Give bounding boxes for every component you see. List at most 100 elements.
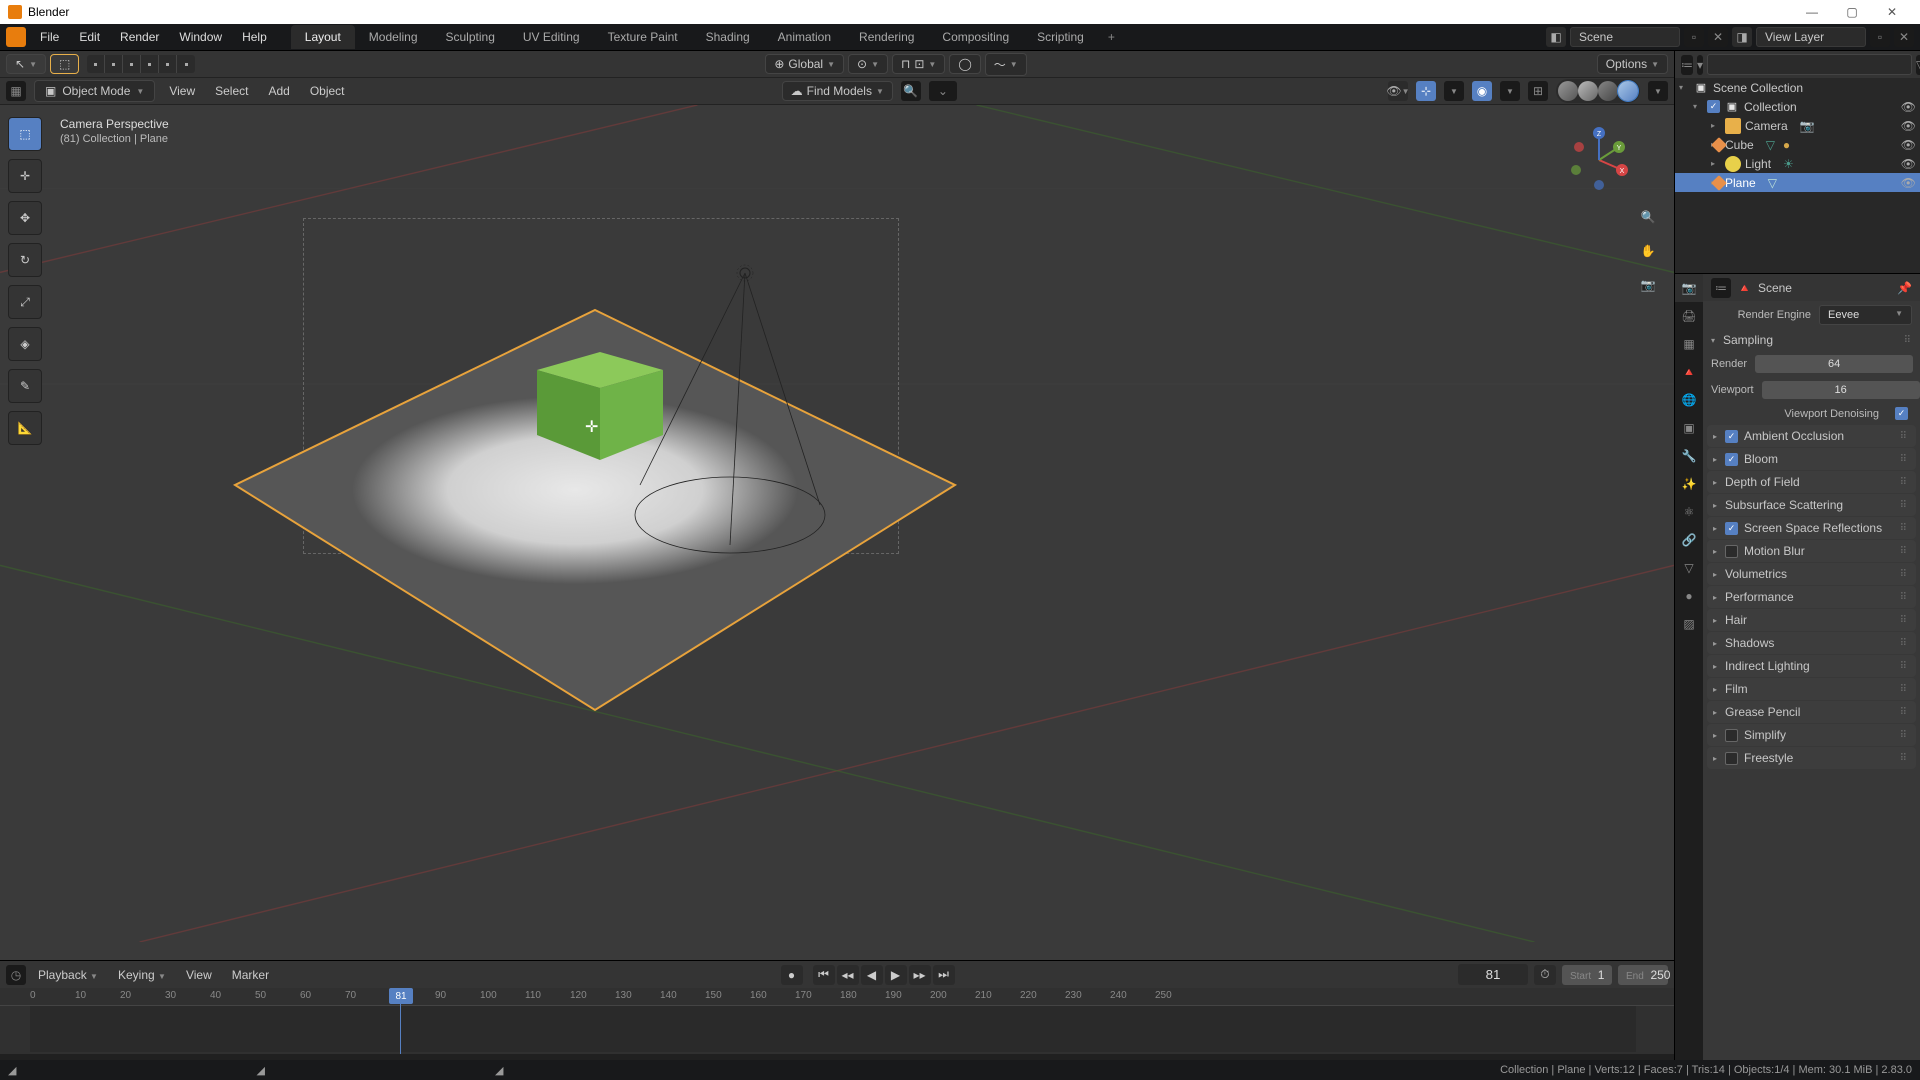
panel-subsurface-scattering[interactable]: ▸Subsurface Scattering⠿: [1707, 494, 1916, 516]
panel-checkbox[interactable]: [1725, 430, 1738, 443]
tab-layout[interactable]: Layout: [291, 25, 355, 49]
outliner-item-camera[interactable]: ▸Camera 📷 👁: [1675, 116, 1920, 135]
pin-icon[interactable]: 📌: [1897, 281, 1912, 295]
panel-bloom[interactable]: ▸Bloom⠿: [1707, 448, 1916, 470]
viewport-3d[interactable]: Camera Perspective (81) Collection | Pla…: [0, 105, 1674, 960]
outliner-item-cube[interactable]: ▸Cube ▽ ● 👁: [1675, 135, 1920, 154]
shading-dropdown[interactable]: ▼: [1648, 81, 1668, 101]
panel-simplify[interactable]: ▸Simplify⠿: [1707, 724, 1916, 746]
tab-sculpting[interactable]: Sculpting: [432, 25, 509, 49]
wireframe-shading[interactable]: [1558, 81, 1578, 101]
timeline-view-menu[interactable]: View: [178, 966, 220, 984]
view-menu[interactable]: View: [163, 82, 201, 100]
maximize-button[interactable]: ▢: [1832, 0, 1872, 24]
tab-scripting[interactable]: Scripting: [1023, 25, 1098, 49]
proportional-dropdown[interactable]: ◯: [949, 54, 980, 74]
orientation-dropdown[interactable]: ⊕Global▼: [765, 54, 844, 74]
tab-texture-paint[interactable]: Texture Paint: [594, 25, 692, 49]
end-frame-field[interactable]: End 250: [1618, 965, 1668, 985]
status-handle-icon[interactable]: ◢: [256, 1064, 264, 1077]
search-icon[interactable]: 🔍: [901, 81, 921, 101]
minimize-button[interactable]: —: [1792, 0, 1832, 24]
render-samples-field[interactable]: [1755, 355, 1913, 373]
panel-performance[interactable]: ▸Performance⠿: [1707, 586, 1916, 608]
viewlayer-new-button[interactable]: ▫: [1870, 27, 1890, 47]
status-handle-icon[interactable]: ◢: [495, 1064, 503, 1077]
material-tab[interactable]: ●: [1675, 582, 1703, 610]
tab-rendering[interactable]: Rendering: [845, 25, 928, 49]
eye-icon[interactable]: 👁: [1901, 157, 1916, 171]
outliner-item-light[interactable]: ▸Light ☀ 👁: [1675, 154, 1920, 173]
panel-film[interactable]: ▸Film⠿: [1707, 678, 1916, 700]
outliner-search[interactable]: [1707, 54, 1912, 75]
pan-icon[interactable]: ✋: [1636, 239, 1660, 263]
panel-checkbox[interactable]: [1725, 752, 1738, 765]
scene-new-button[interactable]: ▫: [1684, 27, 1704, 47]
play-button[interactable]: ▶: [885, 965, 907, 985]
select-menu[interactable]: Select: [209, 82, 254, 100]
auto-key-mode[interactable]: ⏱: [1534, 965, 1556, 985]
keyframe-next-button[interactable]: ▸▸: [909, 965, 931, 985]
data-tab[interactable]: ▽: [1675, 554, 1703, 582]
texture-tab[interactable]: ▨: [1675, 610, 1703, 638]
view-layer-field[interactable]: View Layer: [1756, 27, 1866, 47]
auto-key-toggle[interactable]: ●: [781, 965, 803, 985]
physics-tab[interactable]: ⚛: [1675, 498, 1703, 526]
keying-menu[interactable]: Keying ▼: [110, 966, 174, 984]
playback-menu[interactable]: Playback ▼: [30, 966, 106, 984]
constraints-tab[interactable]: 🔗: [1675, 526, 1703, 554]
panel-grease-pencil[interactable]: ▸Grease Pencil⠿: [1707, 701, 1916, 723]
add-workspace-button[interactable]: +: [1098, 25, 1125, 49]
outliner-scene-collection[interactable]: ▾▣Scene Collection: [1675, 78, 1920, 97]
marker-menu[interactable]: Marker: [224, 966, 277, 984]
move-tool[interactable]: ✥: [8, 201, 42, 235]
shading-mode-group[interactable]: [1556, 79, 1640, 103]
add-menu[interactable]: Add: [262, 82, 295, 100]
panel-checkbox[interactable]: [1725, 545, 1738, 558]
collapse-button[interactable]: ⌄: [929, 81, 957, 101]
zoom-icon[interactable]: 🔍: [1636, 205, 1660, 229]
outliner-collection[interactable]: ▾▣Collection 👁: [1675, 97, 1920, 116]
material-shading[interactable]: [1598, 81, 1618, 101]
tab-shading[interactable]: Shading: [692, 25, 764, 49]
visibility-dropdown[interactable]: 👁▼: [1388, 81, 1408, 101]
overlay-toggle[interactable]: ◉: [1472, 81, 1492, 101]
outliner-editor-dropdown[interactable]: ≔: [1681, 55, 1693, 75]
tab-compositing[interactable]: Compositing: [928, 25, 1023, 49]
panel-ambient-occlusion[interactable]: ▸Ambient Occlusion⠿: [1707, 425, 1916, 447]
scene-name-field[interactable]: Scene: [1570, 27, 1680, 47]
panel-shadows[interactable]: ▸Shadows⠿: [1707, 632, 1916, 654]
eye-icon[interactable]: 👁: [1901, 100, 1916, 114]
scene-browse-icon[interactable]: ◧: [1546, 27, 1566, 47]
panel-screen-space-reflections[interactable]: ▸Screen Space Reflections⠿: [1707, 517, 1916, 539]
navigation-gizmo[interactable]: X Y Z: [1564, 125, 1634, 195]
select-tool[interactable]: ⬚: [8, 117, 42, 151]
viewlayer-browse-icon[interactable]: ◨: [1732, 27, 1752, 47]
menu-render[interactable]: Render: [110, 26, 169, 48]
annotate-tool[interactable]: ✎: [8, 369, 42, 403]
jump-end-button[interactable]: ⏭: [933, 965, 955, 985]
menu-edit[interactable]: Edit: [69, 26, 110, 48]
transform-tool[interactable]: ◈: [8, 327, 42, 361]
editor-type-dropdown[interactable]: ▦: [6, 81, 26, 101]
panel-hair[interactable]: ▸Hair⠿: [1707, 609, 1916, 631]
object-menu[interactable]: Object: [304, 82, 351, 100]
panel-checkbox[interactable]: [1725, 729, 1738, 742]
pivot-dropdown[interactable]: ⊙▼: [848, 54, 888, 74]
world-tab[interactable]: 🌐: [1675, 386, 1703, 414]
panel-motion-blur[interactable]: ▸Motion Blur⠿: [1707, 540, 1916, 562]
panel-checkbox[interactable]: [1725, 522, 1738, 535]
panel-indirect-lighting[interactable]: ▸Indirect Lighting⠿: [1707, 655, 1916, 677]
tab-uv-editing[interactable]: UV Editing: [509, 25, 594, 49]
outliner-item-plane[interactable]: ▸Plane ▽ 👁: [1675, 173, 1920, 192]
cursor-tool[interactable]: ✛: [8, 159, 42, 193]
panel-depth-of-field[interactable]: ▸Depth of Field⠿: [1707, 471, 1916, 493]
snap-element-group[interactable]: [87, 55, 195, 73]
overlay-dropdown[interactable]: ▼: [1500, 81, 1520, 101]
play-reverse-button[interactable]: ◀: [861, 965, 883, 985]
rotate-tool[interactable]: ↻: [8, 243, 42, 277]
solid-shading[interactable]: [1578, 81, 1598, 101]
keyframe-prev-button[interactable]: ◂◂: [837, 965, 859, 985]
start-frame-field[interactable]: Start 1: [1562, 965, 1612, 985]
menu-help[interactable]: Help: [232, 26, 277, 48]
